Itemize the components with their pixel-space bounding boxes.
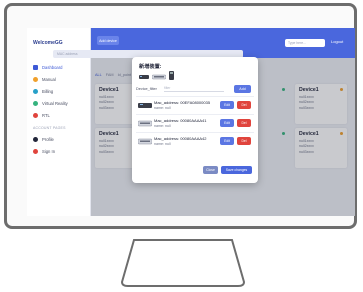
device-filter-input[interactable]: filter bbox=[164, 86, 224, 92]
router-icon bbox=[138, 103, 152, 108]
device-row: Mac_address: 00080AAAA41 name: null Edit… bbox=[136, 114, 254, 132]
sidebar-item-signin[interactable]: Sign In bbox=[33, 146, 55, 156]
device-name: name: null bbox=[154, 106, 171, 110]
sidebar-item-label: Dashboard bbox=[42, 64, 63, 70]
modal-title: 新增装置: bbox=[139, 64, 162, 70]
search-input[interactable]: Type here... bbox=[285, 39, 325, 47]
switch-icon bbox=[138, 138, 152, 145]
device-type-picker bbox=[139, 71, 174, 80]
switch-icon bbox=[138, 120, 152, 127]
switch-icon bbox=[152, 74, 166, 80]
sidebar-item-manual[interactable]: Manual bbox=[33, 74, 56, 84]
device-row: Mac_address: 00EFA08000035 name: null Ed… bbox=[136, 96, 254, 114]
monitor-stand bbox=[120, 239, 246, 287]
billing-icon bbox=[33, 88, 38, 94]
sidebar-item-vr[interactable]: Virtual Reality bbox=[33, 98, 68, 108]
edit-button[interactable]: Edit bbox=[220, 101, 234, 109]
rtl-icon bbox=[33, 112, 38, 118]
router-icon bbox=[139, 75, 149, 79]
sidebar-item-label: Manual bbox=[42, 76, 56, 82]
device-type-switch[interactable] bbox=[152, 74, 166, 80]
sidebar-item-profile[interactable]: Profile bbox=[33, 134, 54, 144]
save-changes-button[interactable]: Save changes bbox=[221, 166, 252, 174]
device-type-gateway[interactable] bbox=[169, 71, 174, 80]
logout-link[interactable]: Logout bbox=[331, 39, 343, 44]
sidebar-item-label: Billing bbox=[42, 88, 54, 94]
delete-button[interactable]: Del bbox=[237, 119, 251, 127]
device-type-router[interactable] bbox=[139, 74, 149, 80]
edit-button[interactable]: Edit bbox=[220, 119, 234, 127]
add-button[interactable]: Add bbox=[234, 85, 251, 93]
manual-icon bbox=[33, 76, 38, 82]
delete-button[interactable]: Del bbox=[237, 101, 251, 109]
device-row: Mac_address: 00080AAAA42 name: null Edit… bbox=[136, 132, 254, 150]
sidebar-item-label: Virtual Reality bbox=[42, 100, 68, 106]
gateway-icon bbox=[169, 71, 174, 80]
device-filter-label: Device_filter bbox=[136, 87, 157, 91]
device-name: name: null bbox=[154, 142, 171, 146]
sidebar-item-rtl[interactable]: RTL bbox=[33, 110, 50, 120]
add-device-button[interactable]: Add device bbox=[97, 36, 119, 45]
sidebar-item-label: RTL bbox=[42, 112, 50, 118]
sidebar-item-dashboard[interactable]: Dashboard bbox=[33, 62, 63, 72]
add-device-modal: 新增装置: Device_filter filter Add Mac_addre… bbox=[132, 57, 258, 183]
device-name: name: null bbox=[154, 124, 171, 128]
dashboard-icon bbox=[33, 64, 38, 70]
device-mac: Mac_address: 00080AAAA41 bbox=[154, 118, 207, 123]
device-mac: Mac_address: 00EFA08000035 bbox=[154, 100, 211, 105]
device-mac: Mac_address: 00080AAAA42 bbox=[154, 136, 207, 141]
signin-icon bbox=[33, 148, 38, 154]
vr-icon bbox=[33, 100, 38, 106]
close-button[interactable]: Close bbox=[203, 166, 218, 174]
edit-button[interactable]: Edit bbox=[220, 137, 234, 145]
sidebar-section-title: ACCOUNT PAGES bbox=[33, 126, 66, 130]
delete-button[interactable]: Del bbox=[237, 137, 251, 145]
profile-icon bbox=[33, 136, 38, 142]
sidebar-item-billing[interactable]: Billing bbox=[33, 86, 53, 96]
sidebar-item-label: Profile bbox=[42, 136, 54, 142]
sidebar-item-label: Sign In bbox=[42, 148, 56, 154]
